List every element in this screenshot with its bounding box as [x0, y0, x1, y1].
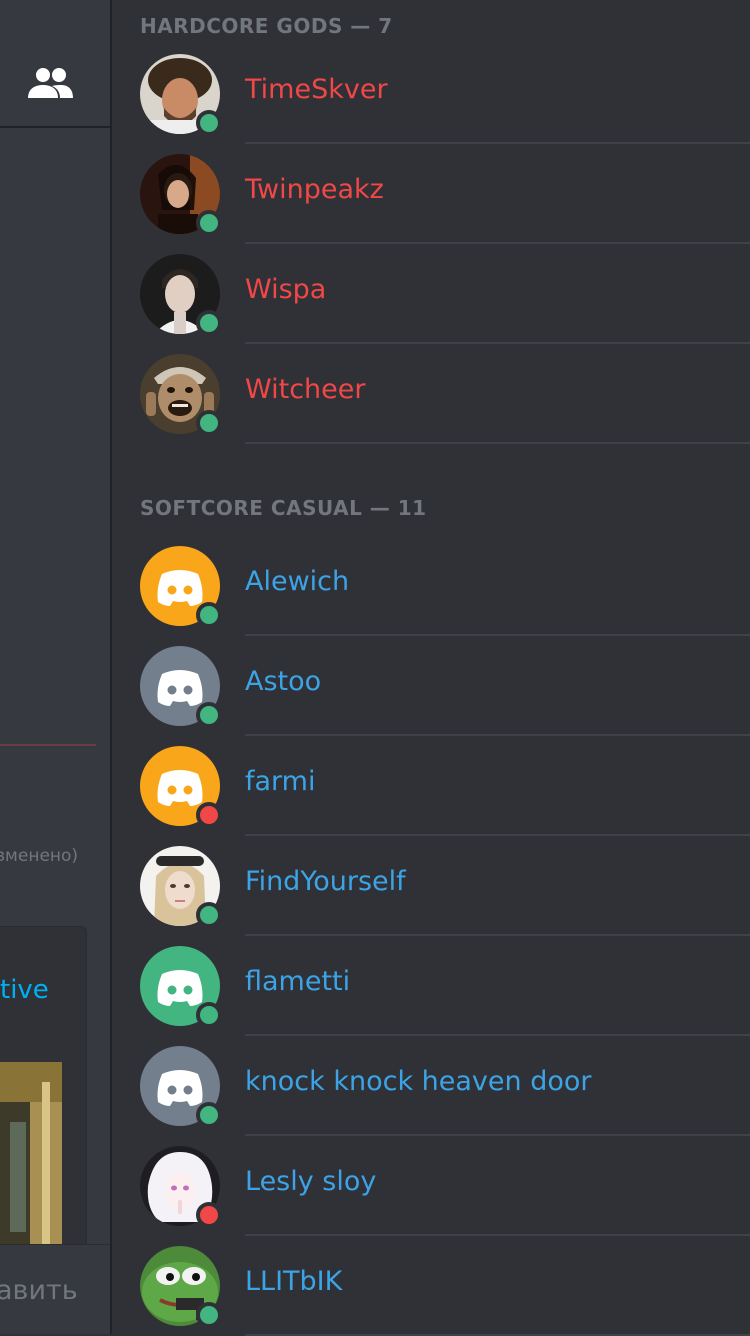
new-messages-divider [0, 744, 96, 746]
member-item[interactable]: Alewich [112, 534, 750, 636]
member-item[interactable]: Twinpeakz [112, 142, 750, 244]
member-name: Lesly sloy [245, 1166, 377, 1197]
status-online-icon [196, 410, 222, 436]
status-online-icon [196, 210, 222, 236]
members-icon[interactable] [26, 66, 74, 102]
message-input[interactable]: авить [0, 1244, 110, 1334]
status-online-icon [196, 902, 222, 928]
embed-image[interactable] [0, 1062, 62, 1246]
member-name: LLITbIK [245, 1266, 343, 1297]
status-online-icon [196, 602, 222, 628]
row-divider [245, 442, 750, 444]
chat-panel: зменено) tive авить [0, 0, 110, 1334]
status-online-icon [196, 1302, 222, 1328]
member-name: Astoo [245, 666, 322, 697]
member-list: HARDCORE GODS — 7 TimeSkver Twinpeakz Wi… [112, 0, 750, 1336]
member-item[interactable]: flametti [112, 934, 750, 1036]
member-name: flametti [245, 966, 351, 997]
member-item[interactable]: TimeSkver [112, 42, 750, 144]
member-item[interactable]: knock knock heaven door [112, 1034, 750, 1136]
status-online-icon [196, 702, 222, 728]
member-name: farmi [245, 766, 316, 797]
member-name: knock knock heaven door [245, 1066, 592, 1097]
member-item[interactable]: Astoo [112, 634, 750, 736]
status-online-icon [196, 1002, 222, 1028]
member-item[interactable]: LLITbIK [112, 1234, 750, 1336]
member-name: Wispa [245, 274, 327, 305]
role-header-softcore: SOFTCORE CASUAL — 11 [140, 496, 427, 520]
message-input-placeholder: авить [0, 1275, 78, 1306]
status-online-icon [196, 310, 222, 336]
status-dnd-icon [196, 802, 222, 828]
embed-link[interactable]: tive [0, 975, 49, 1005]
status-dnd-icon [196, 1202, 222, 1228]
role-header-hardcore: HARDCORE GODS — 7 [140, 14, 393, 38]
member-item[interactable]: farmi [112, 734, 750, 836]
member-item[interactable]: Lesly sloy [112, 1134, 750, 1236]
member-item[interactable]: Wispa [112, 242, 750, 344]
status-online-icon [196, 1102, 222, 1128]
chat-header [0, 0, 110, 128]
member-name: Alewich [245, 566, 350, 597]
edited-label: зменено) [0, 846, 79, 866]
member-name: Twinpeakz [245, 174, 384, 205]
member-name: Witcheer [245, 374, 366, 405]
member-name: TimeSkver [245, 74, 388, 105]
status-online-icon [196, 110, 222, 136]
member-item[interactable]: Witcheer [112, 342, 750, 444]
member-name: FindYourself [245, 866, 406, 897]
member-item[interactable]: FindYourself [112, 834, 750, 936]
